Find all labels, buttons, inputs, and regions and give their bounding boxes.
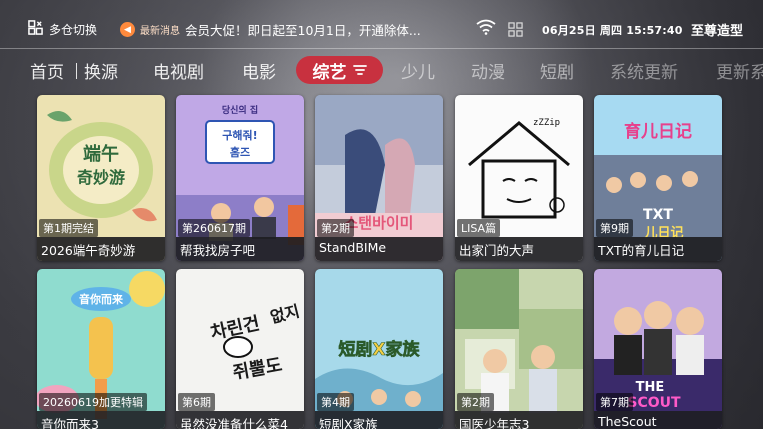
nav-tab-update-system[interactable]: 更新系 [716,58,763,83]
media-card[interactable]: 端午 奇妙游 第1期完结 2026端午奇妙游 [37,95,165,261]
datetime: 06月25日 周四 15:57:40 [542,24,683,37]
warehouse-switch-label: 多仓切换 [49,22,98,37]
svg-text:구해줘!: 구해줘! [222,128,257,142]
svg-text:zZZip: zZZip [533,118,560,128]
card-title: StandBIMe [315,237,443,261]
media-card[interactable]: 育儿日记 TXT 儿日记 第9期 TXT的育儿日记 [594,95,722,261]
card-title: 出家门的大声 [455,237,583,261]
card-title: TXT的育儿日记 [594,237,722,261]
card-title: 虽然没准备什么菜4 [176,411,304,429]
episode-badge: 第260617期 [178,219,250,237]
nav-tab-anime[interactable]: 动漫 [471,58,505,83]
episode-badge: 第6期 [178,393,215,411]
header-divider [0,48,763,49]
nav-tab-movie[interactable]: 电影 [242,58,276,83]
filter-icon [352,65,367,75]
category-nav: 首页 换源 电视剧 电影 综艺 少儿 动漫 短剧 系统更新 更新系 [0,54,763,86]
svg-text:端午: 端午 [83,143,119,165]
svg-text:당신의 집: 당신의 집 [222,104,258,116]
media-card[interactable]: 당신의 집 구해줘! 홈즈 第260617期 帮我找房子吧 [176,95,304,261]
episode-badge: 第2期 [317,219,354,237]
media-card[interactable]: 第2期 国医少年志3 [455,269,583,429]
media-card[interactable]: zZZip LISA篇 出家门的大声 [455,95,583,261]
svg-text:短剧X家族: 短剧X家族 [338,339,420,360]
wifi-icon [476,19,496,35]
nav-tab-kids[interactable]: 少儿 [401,58,435,83]
top-bar: 多仓切换 ◀ 最新消息 会员大促！即日起至10月1日，开通除体... 06月25… [0,0,763,48]
nav-tab-tv-series[interactable]: 电视剧 [153,58,204,83]
media-card[interactable]: 스탠바이미 第2期 StandBIMe [315,95,443,261]
nav-tab-variety-label: 综艺 [312,62,347,83]
svg-text:SCOUT: SCOUT [627,395,681,411]
media-card[interactable]: 音你而来 20260619加更特辑 音你而来3 [37,269,165,429]
svg-text:音你而来: 音你而来 [79,292,124,306]
episode-badge: 第4期 [317,393,354,411]
nav-tab-short-drama[interactable]: 短剧 [540,58,574,83]
nav-divider [76,63,77,79]
episode-badge: 第1期完结 [39,219,98,237]
nav-tab-system-update[interactable]: 系统更新 [610,58,678,83]
card-title: TheScout [594,411,722,429]
svg-text:TXT: TXT [643,207,673,223]
warehouse-icon [28,20,43,38]
news-ticker[interactable]: ◀ 最新消息 会员大促！即日起至10月1日，开通除体... [120,20,440,39]
episode-badge: 20260619加更特辑 [39,393,147,411]
nav-tab-home[interactable]: 首页 [30,58,64,83]
card-title: 国医少年志3 [455,411,583,429]
svg-text:THE: THE [636,380,665,395]
episode-badge: LISA篇 [457,219,501,237]
media-card[interactable]: 차린건 쥐뿔도 없지 第6期 虽然没准备什么菜4 [176,269,304,429]
brand-label: 至尊造型 [691,24,744,39]
svg-text:育儿日记: 育儿日记 [624,121,692,142]
nav-tab-switch-source[interactable]: 换源 [84,58,118,83]
episode-badge: 第9期 [596,219,633,237]
episode-badge: 第7期 [596,393,633,411]
news-label: 最新消息 [140,26,180,37]
card-title: 帮我找房子吧 [176,237,304,261]
news-text: 会员大促！即日起至10月1日，开通除体... [185,23,421,38]
card-title: 短剧X家族 [315,411,443,429]
svg-text:홈즈: 홈즈 [230,145,250,159]
media-card[interactable]: THE SCOUT 第7期 TheScout [594,269,722,429]
warehouse-switch-button[interactable]: 多仓切换 [28,20,97,38]
nav-tab-variety[interactable]: 综艺 [296,56,383,84]
episode-badge: 第2期 [457,393,494,411]
apps-grid-icon[interactable] [508,22,523,37]
media-card[interactable]: 短剧X家族 第4期 短剧X家族 [315,269,443,429]
card-title: 音你而来3 [37,411,165,429]
card-title: 2026端午奇妙游 [37,237,165,261]
megaphone-icon: ◀ [120,22,135,37]
svg-text:스탠바이미: 스탠바이미 [344,214,413,232]
svg-text:奇妙游: 奇妙游 [77,168,125,187]
